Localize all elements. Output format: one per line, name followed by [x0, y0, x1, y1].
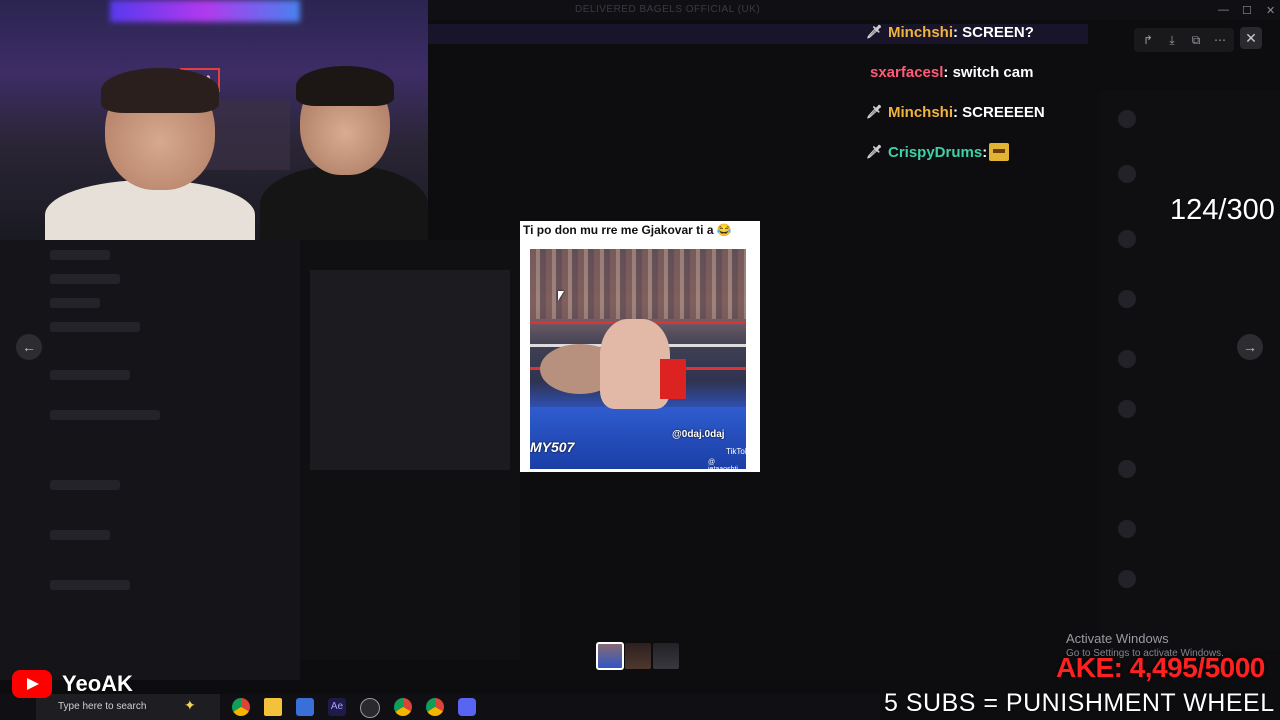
chat-message: 🗡 Minchshi : SCREEN? — [866, 12, 1045, 52]
background-channel-list — [0, 240, 300, 680]
open-external-icon[interactable]: ⧉ — [1186, 30, 1206, 50]
more-icon[interactable]: ⋯ — [1210, 30, 1230, 50]
maximize-icon[interactable]: ☐ — [1242, 4, 1252, 17]
youtube-channel-name: YeoAK — [62, 671, 133, 696]
video-player[interactable]: @0daj.0daj MY507 TikTok @ jetaaoshti — [530, 249, 746, 469]
chrome-profile-icon[interactable] — [394, 698, 412, 716]
chat-message: 🗡 CrispyDrums : — [866, 132, 1045, 172]
media-caption: Ti po don mu rre me Gjakovar ti a 😂 — [523, 223, 732, 237]
chat-text: : — [982, 143, 988, 161]
viewer-toolbar: ↱ ⤓ ⧉ ⋯ — [1134, 28, 1234, 52]
media-card[interactable]: Ti po don mu rre me Gjakovar ti a 😂 @0da… — [520, 221, 760, 472]
tiktok-label: TikTok — [726, 447, 746, 456]
thumbnail[interactable] — [596, 642, 624, 670]
chrome-icon[interactable] — [232, 698, 250, 716]
streamer-left — [45, 68, 255, 240]
punishment-overlay: 5 SUBS = PUNISHMENT WHEEL — [884, 689, 1275, 717]
viewer-close-button[interactable]: ✕ — [1240, 27, 1262, 49]
streamer-right — [260, 66, 428, 240]
window-close-icon[interactable]: ✕ — [1266, 4, 1275, 17]
chat-overlay: 🗡 Minchshi : SCREEN? sxarfacesl : switch… — [866, 12, 1045, 172]
caption-text: Ti po don mu rre me Gjakovar ti a — [523, 223, 714, 237]
webcam-feed: MTA — [0, 0, 428, 240]
taskbar-search-placeholder[interactable]: Type here to search — [58, 701, 146, 712]
cursor-icon — [558, 291, 564, 301]
chat-username: CrispyDrums — [888, 143, 983, 161]
obs-icon[interactable] — [360, 698, 380, 718]
previous-arrow-icon[interactable]: ← — [16, 334, 42, 360]
chat-username: Minchshi — [888, 103, 954, 121]
background-titlebar — [428, 0, 1280, 20]
activate-windows-title: Activate Windows — [1066, 631, 1169, 646]
chat-username: sxarfacesl — [870, 63, 944, 81]
laughing-emoji-icon: 😂 — [716, 223, 732, 237]
forward-icon[interactable]: ↱ — [1138, 30, 1158, 50]
emote-icon — [989, 143, 1010, 161]
chat-text: : switch cam — [943, 63, 1034, 81]
sparkle-icon[interactable]: ✦ — [184, 697, 196, 714]
chat-username: Minchshi — [888, 23, 954, 41]
sword-icon: 🗡 — [866, 24, 883, 39]
goal-overlay: AKE: 4,495/5000 — [1056, 652, 1265, 683]
background-member-list — [1100, 90, 1280, 650]
folder-icon[interactable] — [264, 698, 282, 716]
thumbnail[interactable] — [653, 643, 679, 669]
download-icon[interactable]: ⤓ — [1162, 30, 1182, 50]
sword-icon: 🗡 — [866, 144, 883, 159]
chat-message: 🗡 Minchshi : SCREEEEN — [866, 92, 1045, 132]
chat-text: : SCREEEEN — [953, 103, 1045, 121]
discord-icon[interactable] — [458, 698, 476, 716]
video-logo: MY507 — [530, 439, 575, 455]
background-window-title: DELIVERED BAGELS OFFICIAL (UK) — [575, 4, 761, 15]
thumbnail-strip — [596, 642, 679, 670]
youtube-badge: YeoAK — [12, 670, 133, 698]
chrome-profile-icon[interactable] — [426, 698, 444, 716]
after-effects-icon[interactable]: Ae — [328, 698, 346, 716]
sword-icon: 🗡 — [866, 104, 883, 119]
next-arrow-icon[interactable]: → — [1237, 334, 1263, 360]
video-handle: @0daj.0daj — [672, 429, 725, 440]
video-credit: @ jetaaoshti — [708, 459, 738, 469]
minimize-icon[interactable]: — — [1218, 4, 1229, 16]
sub-counter: 124/300 — [1170, 194, 1275, 226]
background-message-pane — [300, 240, 520, 660]
taskbar-icons: Ae — [232, 698, 476, 718]
led-strip — [110, 0, 300, 22]
chat-text: : SCREEN? — [953, 23, 1034, 41]
thumbnail[interactable] — [625, 643, 651, 669]
chat-message: sxarfacesl : switch cam — [866, 52, 1045, 92]
store-icon[interactable] — [296, 698, 314, 716]
youtube-icon — [12, 670, 52, 698]
